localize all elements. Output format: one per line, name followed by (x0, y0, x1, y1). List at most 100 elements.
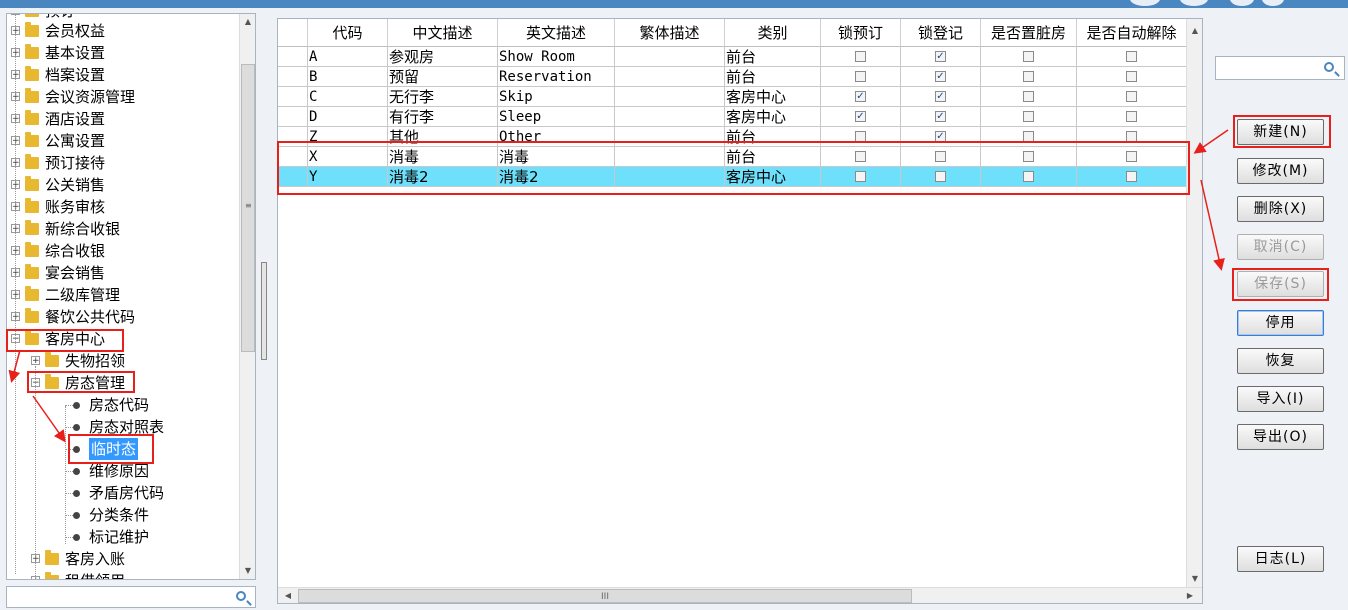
unchecked-checkbox[interactable] (1126, 151, 1137, 162)
panel-splitter-handle[interactable] (261, 262, 267, 360)
checked-checkbox[interactable]: ✓ (935, 91, 946, 102)
grid-cell-tw[interactable] (615, 167, 725, 187)
tree-item[interactable]: + 租借领用 (31, 570, 251, 579)
grid-cell-category[interactable]: 前台 (725, 67, 821, 87)
grid-cell-tw[interactable] (615, 127, 725, 147)
unchecked-checkbox[interactable] (1023, 51, 1034, 62)
log-button[interactable]: 日志(L) (1237, 546, 1324, 572)
grid-cell-category[interactable]: 前台 (725, 147, 821, 167)
grid-cell-cn[interactable]: 其他 (388, 127, 498, 147)
status-code-grid[interactable]: 代码 中文描述 英文描述 繁体描述 类别 锁预订 锁登记 是否置脏房 是否自动解除 A 参观房 Sh… (277, 18, 1203, 604)
checked-checkbox[interactable]: ✓ (935, 71, 946, 82)
tree-item[interactable]: + 会员权益 (11, 20, 231, 42)
column-header[interactable]: 中文描述 (388, 19, 498, 47)
tree-item[interactable]: + 基本设置 (11, 42, 231, 64)
tree-item[interactable]: 标记维护 (65, 526, 255, 548)
tree-item[interactable]: 分类条件 (65, 504, 255, 526)
grid-cell-tw[interactable] (615, 67, 725, 87)
row-selector[interactable] (278, 107, 308, 127)
tree-item[interactable]: 临时态 (65, 438, 255, 460)
cancel-button[interactable]: 取消(C) (1237, 234, 1324, 260)
checked-checkbox[interactable]: ✓ (935, 51, 946, 62)
tree-item[interactable]: + 预订接待 (11, 152, 231, 174)
grid-cell-category[interactable]: 前台 (725, 127, 821, 147)
tree-item[interactable]: 房态对照表 (65, 416, 255, 438)
unchecked-checkbox[interactable] (1126, 71, 1137, 82)
unchecked-checkbox[interactable] (1126, 111, 1137, 122)
tree-item[interactable]: + 客房入账 (31, 548, 251, 570)
row-selector[interactable] (278, 87, 308, 107)
grid-cell-en[interactable]: Reservation (498, 67, 615, 87)
grid-cell-category[interactable]: 客房中心 (725, 167, 821, 187)
unchecked-checkbox[interactable] (855, 131, 866, 142)
tree-item[interactable]: + 综合收银 (11, 240, 231, 262)
tree-item[interactable]: + 宴会销售 (11, 262, 231, 284)
checked-checkbox[interactable]: ✓ (855, 91, 866, 102)
grid-cell-en[interactable]: 消毒2 (498, 167, 615, 187)
grid-cell-category[interactable]: 客房中心 (725, 107, 821, 127)
delete-button[interactable]: 删除(X) (1237, 196, 1324, 222)
tree-item[interactable]: + 酒店设置 (11, 108, 231, 130)
grid-cell-tw[interactable] (615, 87, 725, 107)
grid-cell-cn[interactable]: 有行李 (388, 107, 498, 127)
grid-cell-category[interactable]: 客房中心 (725, 87, 821, 107)
unchecked-checkbox[interactable] (1023, 111, 1034, 122)
unchecked-checkbox[interactable] (1126, 51, 1137, 62)
restore-button[interactable]: 恢复 (1237, 348, 1324, 374)
new-button[interactable]: 新建(N) (1237, 119, 1324, 145)
grid-cell-en[interactable]: Skip (498, 87, 615, 107)
edit-button[interactable]: 修改(M) (1237, 158, 1324, 184)
checked-checkbox[interactable]: ✓ (935, 111, 946, 122)
grid-cell-cn[interactable]: 参观房 (388, 47, 498, 67)
row-selector[interactable] (278, 67, 308, 87)
save-button[interactable]: 保存(S) (1237, 271, 1324, 297)
unchecked-checkbox[interactable] (855, 51, 866, 62)
column-header[interactable]: 代码 (308, 19, 388, 47)
tree-item[interactable]: − 客房中心 (11, 328, 231, 350)
unchecked-checkbox[interactable] (1023, 171, 1034, 182)
tree-item[interactable]: + 会议资源管理 (11, 86, 231, 108)
tree-item[interactable]: 维修原因 (65, 460, 255, 482)
grid-cell-tw[interactable] (615, 107, 725, 127)
unchecked-checkbox[interactable] (1126, 131, 1137, 142)
row-selector[interactable] (278, 147, 308, 167)
grid-cell-en[interactable]: Other (498, 127, 615, 147)
grid-cell-category[interactable]: 前台 (725, 47, 821, 67)
tree-item[interactable]: + 账务审核 (11, 196, 231, 218)
grid-cell-cn[interactable]: 消毒 (388, 147, 498, 167)
grid-cell-cn[interactable]: 消毒2 (388, 167, 498, 187)
tree-item[interactable]: + 新综合收银 (11, 218, 231, 240)
checked-checkbox[interactable]: ✓ (935, 131, 946, 142)
export-button[interactable]: 导出(O) (1237, 424, 1324, 450)
column-header[interactable]: 英文描述 (498, 19, 615, 47)
grid-cell-code[interactable]: X (308, 147, 388, 167)
column-header[interactable]: 类别 (725, 19, 821, 47)
grid-cell-code[interactable]: D (308, 107, 388, 127)
grid-cell-code[interactable]: A (308, 47, 388, 67)
unchecked-checkbox[interactable] (1023, 71, 1034, 82)
grid-horizontal-scrollbar[interactable]: ◀ III ▶ (278, 587, 1202, 603)
unchecked-checkbox[interactable] (1023, 91, 1034, 102)
tree-vertical-scrollbar[interactable]: ▲ ≡ ▼ (239, 14, 255, 579)
checked-checkbox[interactable]: ✓ (855, 111, 866, 122)
column-header[interactable]: 锁登记 (901, 19, 981, 47)
grid-cell-en[interactable]: 消毒 (498, 147, 615, 167)
unchecked-checkbox[interactable] (1126, 171, 1137, 182)
unchecked-checkbox[interactable] (935, 171, 946, 182)
tree-item[interactable]: + 餐饮公共代码 (11, 306, 231, 328)
grid-search-field[interactable] (1215, 56, 1345, 80)
grid-cell-tw[interactable] (615, 47, 725, 67)
column-header[interactable]: 锁预订 (821, 19, 901, 47)
tree-item[interactable]: 房态代码 (65, 394, 255, 416)
tree-item[interactable]: + 二级库管理 (11, 284, 231, 306)
tree-item[interactable]: + 公关销售 (11, 174, 231, 196)
grid-scroll-thumb[interactable]: III (298, 589, 912, 603)
tree-item[interactable]: − 房态管理 (31, 372, 251, 394)
grid-vertical-scrollbar[interactable]: ▲ ▼ (1186, 19, 1202, 587)
grid-cell-en[interactable]: Sleep (498, 107, 615, 127)
grid-cell-code[interactable]: Y (308, 167, 388, 187)
column-header[interactable]: 繁体描述 (615, 19, 725, 47)
search-icon[interactable] (236, 591, 246, 601)
tree-item[interactable]: 矛盾房代码 (65, 482, 255, 504)
row-selector[interactable] (278, 127, 308, 147)
